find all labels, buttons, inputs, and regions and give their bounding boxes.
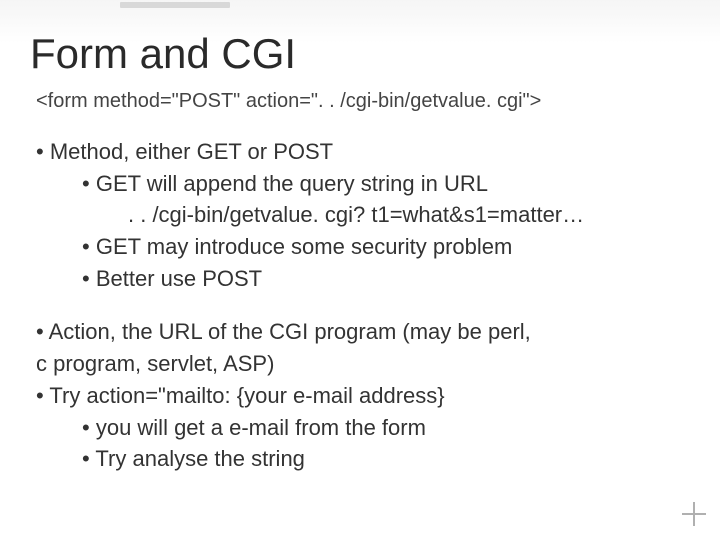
bullet-get-security: GET may introduce some security problem xyxy=(82,232,690,262)
code-example: <form method="POST" action=". . /cgi-bin… xyxy=(36,90,690,113)
slide-title: Form and CGI xyxy=(30,30,690,78)
bullet-use-post: Better use POST xyxy=(82,264,690,294)
spacer xyxy=(30,295,690,317)
bullet-action: Action, the URL of the CGI program (may … xyxy=(36,317,690,347)
decorative-bar xyxy=(120,2,230,8)
bullet-try-mailto: Try action="mailto: {your e-mail address… xyxy=(36,381,690,411)
bullet-block-2: Action, the URL of the CGI program (may … xyxy=(30,317,690,473)
bullet-block-1: Method, either GET or POST GET will appe… xyxy=(30,137,690,293)
corner-decoration xyxy=(682,502,706,526)
bullet-get-url-example: . . /cgi-bin/getvalue. cgi? t1=what&s1=m… xyxy=(128,200,690,230)
bullet-email-result: you will get a e-mail from the form xyxy=(82,413,690,443)
bullet-analyse: Try analyse the string xyxy=(82,444,690,474)
bullet-get-append: GET will append the query string in URL xyxy=(82,169,690,199)
slide-content: Form and CGI <form method="POST" action=… xyxy=(0,0,720,540)
bullet-action-cont: c program, servlet, ASP) xyxy=(36,349,690,379)
bullet-method: Method, either GET or POST xyxy=(36,137,690,167)
